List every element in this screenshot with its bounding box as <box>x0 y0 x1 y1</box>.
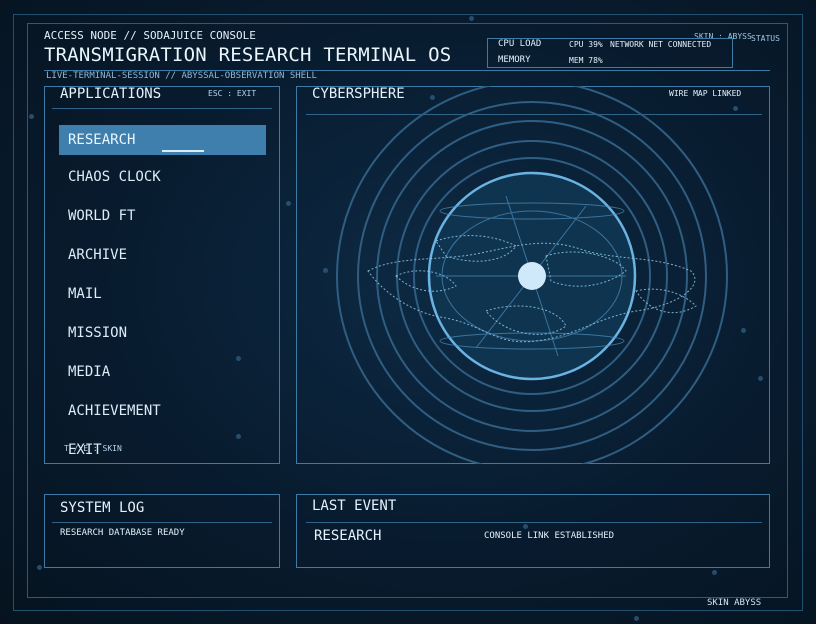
session-label: LIVE-TERMINAL-SESSION // ABYSSAL-OBSERVA… <box>46 71 317 81</box>
system-log-divider <box>52 522 272 523</box>
last-event-divider <box>306 522 762 523</box>
status-label: STATUS <box>751 34 780 43</box>
page-title: TRANSMIGRATION RESEARCH TERMINAL OS <box>44 44 452 66</box>
menu-item-chaos-clock[interactable]: CHAOS CLOCK <box>59 162 266 192</box>
menu-item-media[interactable]: MEDIA <box>59 357 266 387</box>
memory-value: MEM 78% <box>569 56 603 65</box>
system-log-message: RESEARCH DATABASE READY <box>60 528 185 538</box>
menu-item-achievement[interactable]: ACHIEVEMENT <box>59 396 266 426</box>
applications-title: APPLICATIONS <box>60 86 162 102</box>
footer-skin-label: SKIN ABYSS <box>707 598 762 608</box>
menu-item-archive[interactable]: ARCHIVE <box>59 240 266 270</box>
access-node-label: ACCESS NODE // SODAJUICE CONSOLE <box>44 29 256 42</box>
esc-hint: ESC : EXIT <box>208 89 257 98</box>
menu-item-mission[interactable]: MISSION <box>59 318 266 348</box>
cpu-load-label: CPU LOAD <box>498 39 542 49</box>
last-event-name: RESEARCH <box>314 528 382 544</box>
cybersphere-globe <box>336 86 728 464</box>
menu-item-mail[interactable]: MAIL <box>59 279 266 309</box>
particle-dot <box>37 565 42 570</box>
menu-item-world-ft[interactable]: WORLD FT <box>59 201 266 231</box>
particle-dot <box>469 16 474 21</box>
particle-dot <box>712 570 717 575</box>
system-log-title: SYSTEM LOG <box>60 500 145 516</box>
cpu-value: CPU 39% <box>569 40 603 49</box>
particle-dot <box>29 114 34 119</box>
skin-hint: T / E : SKIN <box>64 444 122 453</box>
network-value: NETWORK NET CONNECTED <box>610 40 712 49</box>
applications-divider <box>52 108 272 109</box>
cursor-underline <box>162 150 204 152</box>
particle-dot <box>634 616 639 621</box>
last-event-detail: CONSOLE LINK ESTABLISHED <box>484 531 615 541</box>
last-event-title: LAST EVENT <box>312 498 397 514</box>
particle-dot <box>286 201 291 206</box>
memory-label: MEMORY <box>498 55 531 65</box>
